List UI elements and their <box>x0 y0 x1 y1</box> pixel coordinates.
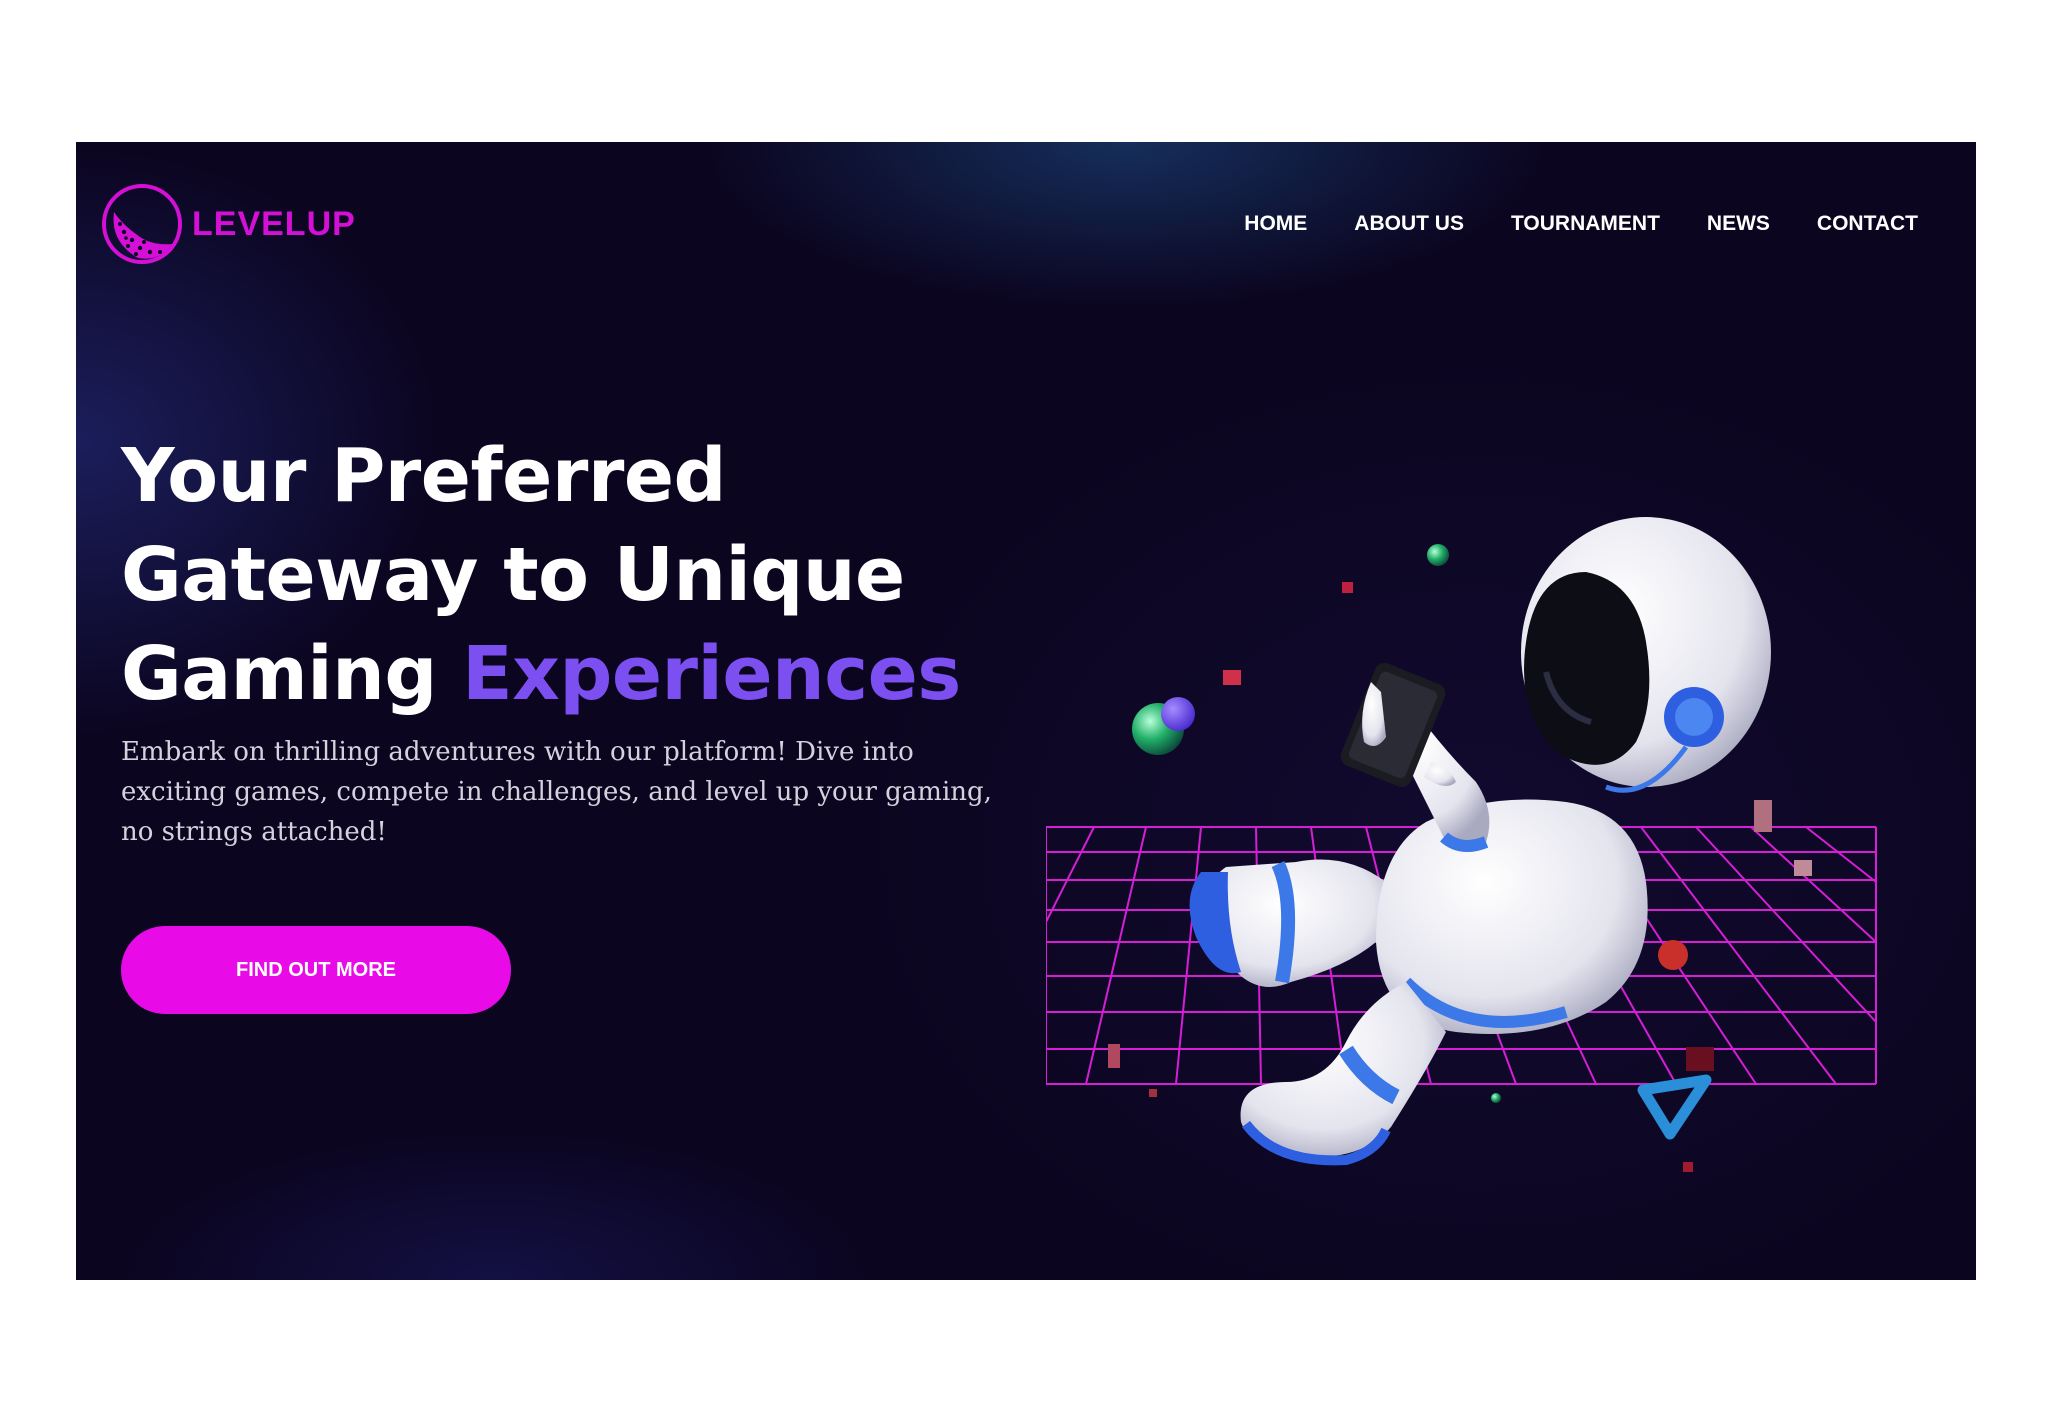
headline-accent: Experiences <box>462 631 961 717</box>
find-out-more-button[interactable]: FIND OUT MORE <box>121 926 511 1014</box>
nav-item-tournament[interactable]: TOURNAMENT <box>1511 212 1660 236</box>
headline-line-2: Gateway to Unique <box>121 532 905 618</box>
brand-logo[interactable]: LEVELUP <box>100 182 356 266</box>
blue-triangle <box>1637 1074 1712 1140</box>
astronaut-gaming-illustration <box>1046 517 1877 1172</box>
nav-item-about-us[interactable]: ABOUT US <box>1354 212 1464 236</box>
headline-line-3: Gaming <box>121 631 463 717</box>
nav-item-news[interactable]: NEWS <box>1707 212 1770 236</box>
hero-section: LEVELUP HOME ABOUT US TOURNAMENT NEWS CO… <box>76 142 1976 1280</box>
purple-sphere <box>1161 697 1195 731</box>
small-teal-sphere <box>1427 544 1449 566</box>
nav-item-contact[interactable]: CONTACT <box>1817 212 1918 236</box>
main-nav: HOME ABOUT US TOURNAMENT NEWS CONTACT <box>1244 212 1918 236</box>
tiny-teal-sphere <box>1491 1093 1501 1103</box>
golf-ball-icon <box>102 184 182 264</box>
astronaut <box>1189 517 1771 1166</box>
nav-item-home[interactable]: HOME <box>1244 212 1307 236</box>
hero-description: Embark on thrilling adventures with our … <box>121 737 992 847</box>
hero-headline: Your Preferred Gateway to Unique Gaming Ex… <box>121 427 961 724</box>
brand-name: LEVELUP <box>192 204 356 243</box>
headline-line-1: Your Preferred <box>121 433 727 519</box>
